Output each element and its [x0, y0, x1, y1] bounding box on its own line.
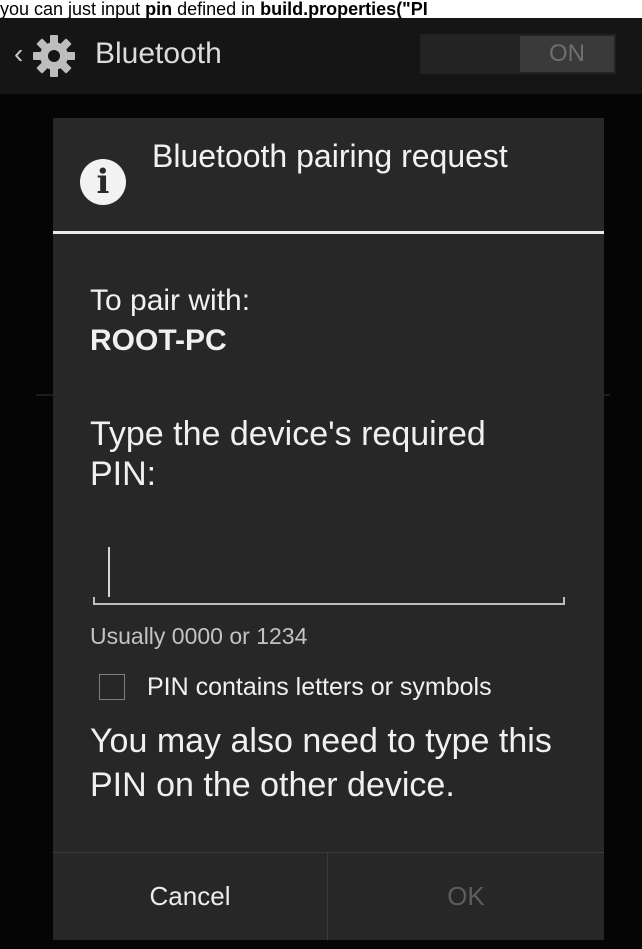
caption-suffix: ("PI [396, 0, 428, 18]
text-cursor [108, 547, 110, 597]
bluetooth-toggle[interactable]: ON [420, 34, 616, 74]
pair-with-label: To pair with: [90, 284, 251, 317]
pin-prompt: Type the device's required PIN: [90, 415, 486, 493]
pin-letters-checkbox[interactable] [99, 674, 125, 700]
input-tick-left [93, 597, 95, 605]
info-icon: i [80, 159, 126, 205]
pin-input[interactable] [93, 543, 565, 605]
cancel-button[interactable]: Cancel [53, 853, 327, 940]
caption-text: you can just input [0, 0, 146, 18]
pin-letters-label[interactable]: PIN contains letters or symbols [147, 670, 492, 704]
actionbar-title: Bluetooth [95, 37, 222, 70]
header-divider [53, 231, 604, 234]
caption-bold-pin: pin [145, 0, 173, 18]
top-caption: you can just input pin defined in build.… [0, 0, 642, 18]
dialog-header: i Bluetooth pairing request [53, 118, 604, 231]
toggle-on-label: ON [520, 36, 614, 72]
input-tick-right [563, 597, 565, 605]
gear-icon[interactable] [30, 32, 78, 80]
pin-hint: Usually 0000 or 1234 [90, 623, 308, 649]
device-name: ROOT-PC [90, 324, 227, 357]
other-device-note: You may also need to type this PIN on th… [90, 722, 552, 804]
ok-button[interactable]: OK [328, 853, 604, 940]
action-bar: ‹ Bluetooth ON [0, 18, 642, 94]
dialog-title: Bluetooth pairing request [152, 138, 508, 174]
pairing-dialog: i Bluetooth pairing request To pair with… [53, 118, 604, 940]
caption-text-middle: defined in [172, 0, 261, 18]
up-chevron-icon[interactable]: ‹ [14, 40, 23, 68]
caption-bold-file: build.properties [260, 0, 397, 18]
input-underline [93, 603, 565, 605]
